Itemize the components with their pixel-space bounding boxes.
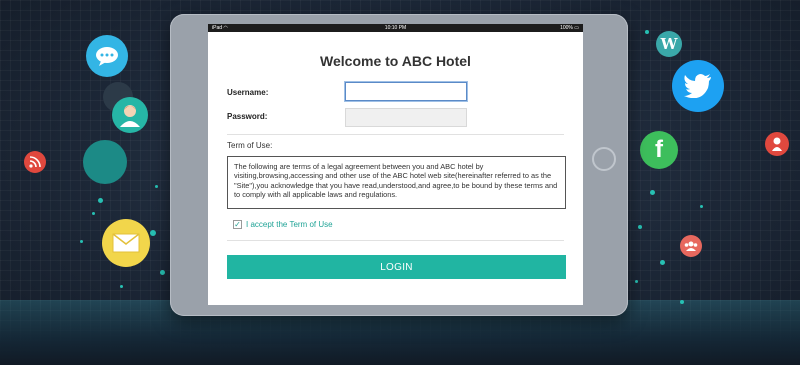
wordpress-icon: W — [656, 31, 682, 57]
chat-icon — [86, 35, 128, 77]
battery-icon: ▭ — [574, 25, 579, 31]
decor-dot — [98, 198, 103, 203]
page-title: Welcome to ABC Hotel — [320, 53, 471, 69]
status-time: 10:10 PM — [384, 25, 407, 31]
decor-dot — [160, 270, 165, 275]
login-button[interactable]: LOGIN — [227, 255, 566, 279]
decor-circle — [83, 140, 127, 184]
password-label: Password: — [227, 112, 268, 121]
decor-dot — [150, 230, 156, 236]
divider — [227, 240, 564, 241]
tablet-home-button — [592, 147, 616, 171]
group-icon — [680, 235, 702, 257]
status-bar: iPad ◠ 10:10 PM 100% ▭ — [208, 24, 583, 32]
accept-terms-row[interactable]: ✓ I accept the Term of Use — [233, 220, 333, 229]
terms-text-box[interactable]: The following are terms of a legal agree… — [227, 156, 566, 209]
google-plus-icon — [765, 132, 789, 156]
accept-terms-label[interactable]: I accept the Term of Use — [246, 220, 333, 229]
decor-dot — [645, 30, 649, 34]
person-icon — [112, 97, 148, 133]
status-battery: 100% ▭ — [560, 24, 579, 32]
decor-dot — [680, 300, 684, 304]
facebook-icon: f — [640, 131, 678, 169]
username-field[interactable] — [345, 82, 467, 101]
decor-dot — [638, 225, 642, 229]
decor-dot — [635, 280, 638, 283]
username-label: Username: — [227, 88, 269, 97]
battery-percent: 100% — [560, 25, 573, 31]
login-screen: iPad ◠ 10:10 PM 100% ▭ Welcome to ABC Ho… — [208, 24, 583, 305]
decor-dot — [700, 205, 703, 208]
divider — [227, 134, 564, 135]
password-field[interactable] — [345, 108, 467, 127]
decor-dot — [155, 185, 158, 188]
twitter-icon — [672, 60, 724, 112]
decor-dot — [660, 260, 665, 265]
decor-dot — [92, 212, 95, 215]
decor-dot — [650, 190, 655, 195]
terms-label: Term of Use: — [227, 141, 273, 150]
accept-terms-checkbox[interactable]: ✓ — [233, 220, 242, 229]
mail-icon — [102, 219, 150, 267]
decor-dot — [80, 240, 83, 243]
decor-dot — [120, 285, 123, 288]
rss-icon — [24, 151, 46, 173]
